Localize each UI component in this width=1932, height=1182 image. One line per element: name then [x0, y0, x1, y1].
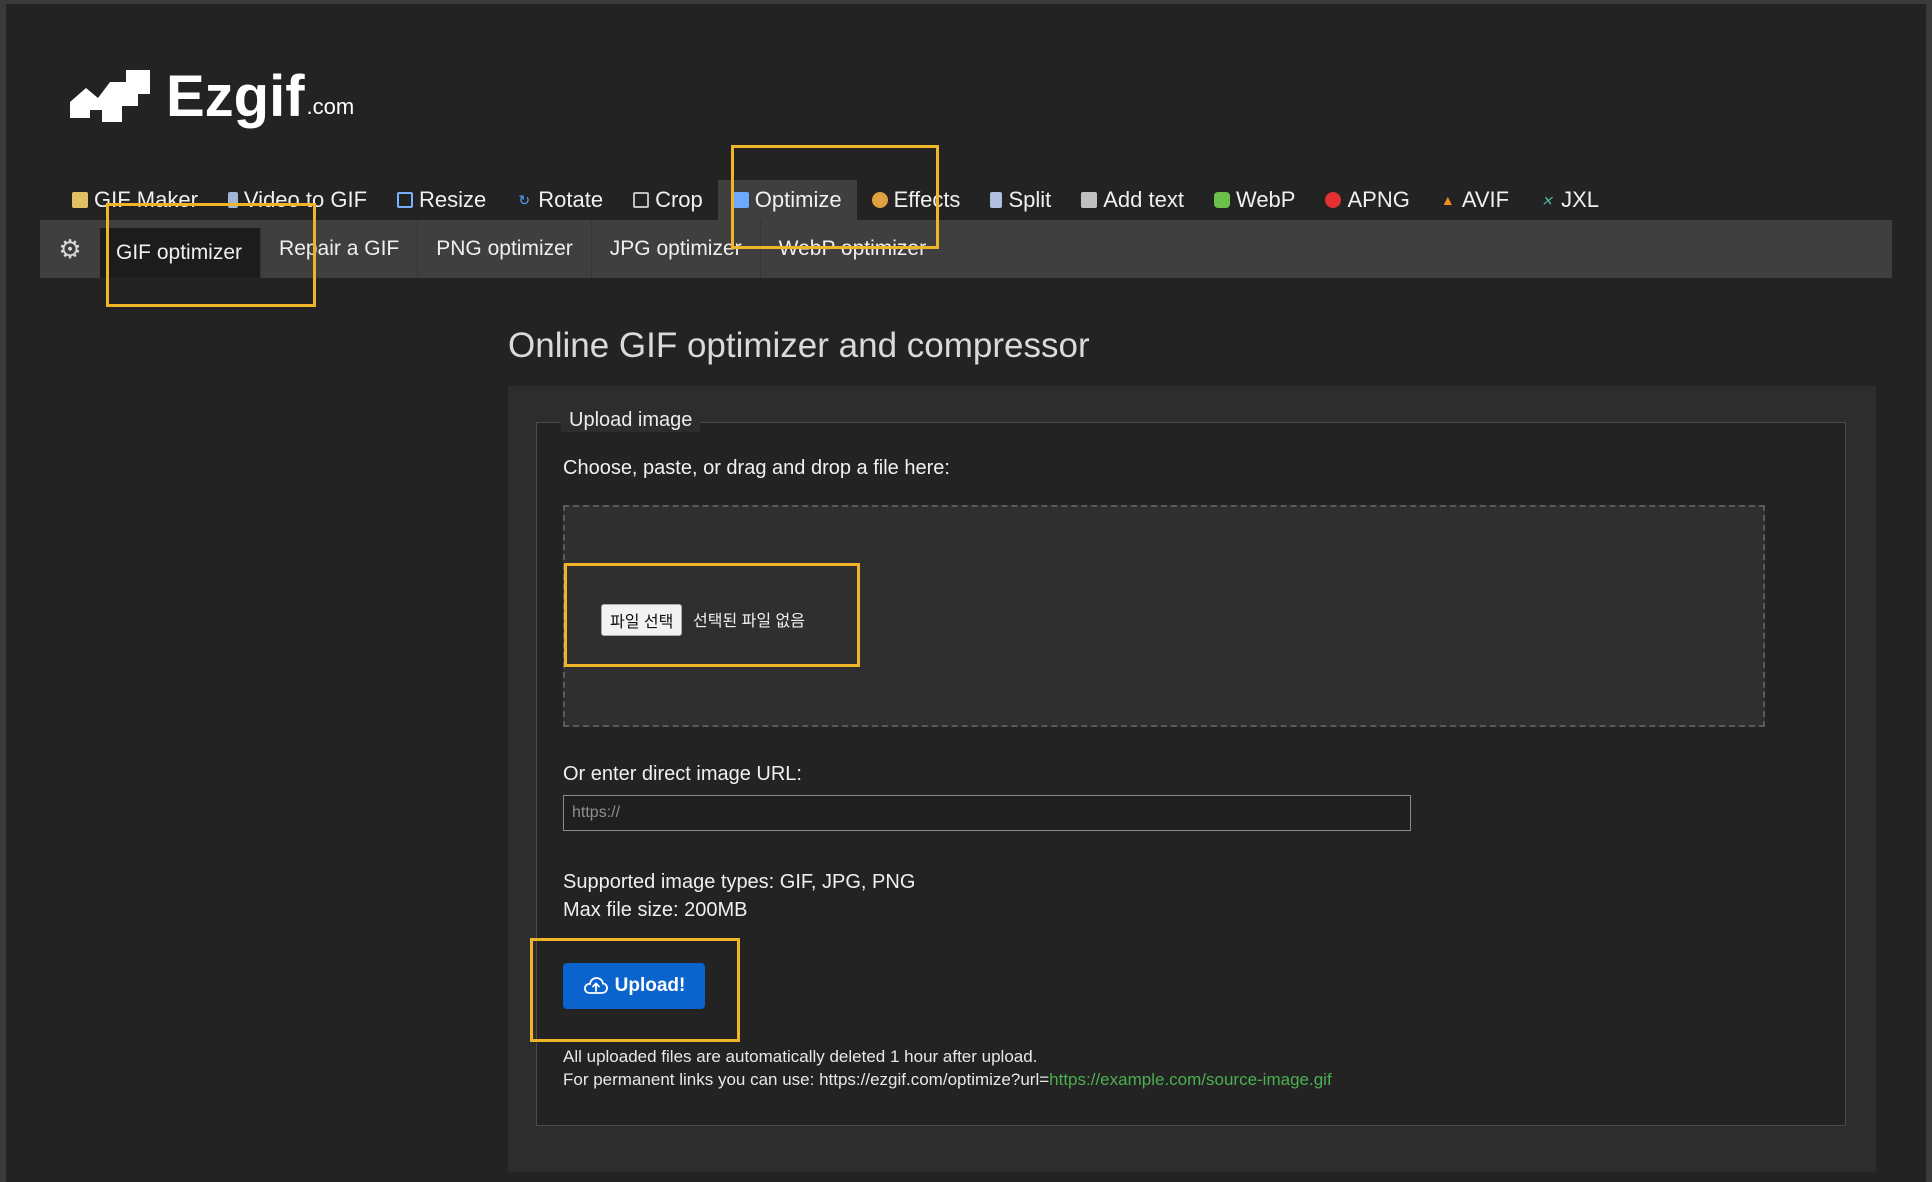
- ezgif-logo[interactable]: Ezgif .com: [66, 62, 354, 126]
- choose-file-button[interactable]: 파일 선택: [601, 604, 683, 636]
- nav-label: Rotate: [538, 187, 604, 212]
- nav-label: GIF Maker: [94, 187, 198, 212]
- subnav-jpg-optimizer[interactable]: JPG optimizer: [592, 220, 761, 278]
- nav-apng[interactable]: APNG: [1310, 180, 1424, 220]
- file-dropzone[interactable]: 파일 선택 선택된 파일 없음: [563, 505, 1765, 727]
- film-icon: [227, 192, 238, 208]
- nav-split[interactable]: Split: [975, 180, 1066, 220]
- nav-crop[interactable]: Crop: [618, 180, 718, 220]
- upload-button-label: Upload!: [614, 975, 686, 996]
- palette-icon: [871, 192, 888, 208]
- nav-label: WebP: [1235, 187, 1296, 212]
- image-url-input[interactable]: [563, 795, 1411, 831]
- nav-label: AVIF: [1461, 187, 1510, 212]
- nav-label: Effects: [893, 187, 961, 212]
- nav-webp[interactable]: WebP: [1199, 180, 1311, 220]
- nav-label: Video to GIF: [243, 187, 368, 212]
- upload-legend: Upload image: [561, 409, 701, 432]
- split-icon: [990, 192, 1003, 208]
- crop-icon: [633, 192, 650, 208]
- nav-effects[interactable]: Effects: [857, 180, 976, 220]
- nav-add-text[interactable]: Add text: [1066, 180, 1199, 220]
- logo-text: Ezgif: [166, 64, 305, 129]
- upload-fieldset: Upload image Choose, paste, or drag and …: [536, 409, 1846, 1126]
- nav-label: Crop: [655, 187, 703, 212]
- nav-label: Split: [1008, 187, 1052, 212]
- upload-button[interactable]: Upload!: [563, 963, 705, 1009]
- optimize-icon: [732, 192, 749, 208]
- gif-maker-icon: [72, 192, 88, 208]
- nav-jxl[interactable]: ⨯ JXL: [1524, 180, 1614, 220]
- settings-gear-icon[interactable]: ⚙: [40, 220, 100, 278]
- puzzle-logo-icon: [70, 70, 150, 122]
- webp-icon: [1213, 192, 1230, 208]
- nav-label: Optimize: [754, 187, 842, 212]
- nav-label: Add text: [1103, 187, 1184, 212]
- subnav-png-optimizer[interactable]: PNG optimizer: [418, 220, 592, 278]
- auto-delete-note: All uploaded files are automatically del…: [563, 1047, 1038, 1066]
- page-title: Online GIF optimizer and compressor: [508, 326, 1090, 365]
- nav-avif[interactable]: ▲ AVIF: [1425, 180, 1524, 220]
- nav-gif-maker[interactable]: GIF Maker: [66, 180, 213, 220]
- add-text-icon: [1081, 192, 1098, 208]
- permanent-link-note: For permanent links you can use: https:/…: [563, 1070, 1332, 1090]
- url-label: Or enter direct image URL:: [563, 763, 802, 785]
- sub-nav: ⚙ GIF optimizer Repair a GIF PNG optimiz…: [40, 220, 1892, 278]
- file-status-text: 선택된 파일 없음: [693, 613, 805, 630]
- choose-file-label: Choose, paste, or drag and drop a file h…: [563, 457, 950, 479]
- app-frame: Ezgif .com GIF Maker Video to GIF Resize…: [6, 4, 1926, 1182]
- example-source-link[interactable]: https://example.com/source-image.gif: [1049, 1070, 1332, 1089]
- logo-suffix: .com: [306, 94, 355, 119]
- nav-label: APNG: [1347, 187, 1410, 212]
- permanent-link-prefix: For permanent links you can use: https:/…: [563, 1070, 1050, 1089]
- subnav-webp-optimizer[interactable]: WebP optimizer: [761, 220, 944, 278]
- apng-icon: [1325, 192, 1342, 208]
- cloud-upload-icon: [583, 977, 608, 994]
- nav-label: Resize: [419, 187, 487, 212]
- nav-video-to-gif[interactable]: Video to GIF: [213, 180, 382, 220]
- resize-icon: [397, 192, 414, 208]
- supported-types-text: Supported image types: GIF, JPG, PNG: [563, 871, 916, 893]
- nav-resize[interactable]: Resize: [382, 180, 501, 220]
- subnav-repair-gif[interactable]: Repair a GIF: [261, 220, 419, 278]
- main-nav: GIF Maker Video to GIF Resize ↻ Rotate C…: [66, 180, 1614, 220]
- avif-icon: ▲: [1440, 192, 1455, 208]
- jxl-icon: ⨯: [1541, 192, 1553, 208]
- rotate-icon: ↻: [518, 192, 531, 208]
- nav-label: JXL: [1561, 187, 1600, 212]
- nav-rotate[interactable]: ↻ Rotate: [501, 180, 618, 220]
- subnav-gif-optimizer[interactable]: GIF optimizer: [100, 228, 262, 278]
- max-size-text: Max file size: 200MB: [563, 899, 748, 921]
- nav-optimize[interactable]: Optimize: [717, 180, 857, 220]
- upload-panel: Upload image Choose, paste, or drag and …: [508, 386, 1876, 1172]
